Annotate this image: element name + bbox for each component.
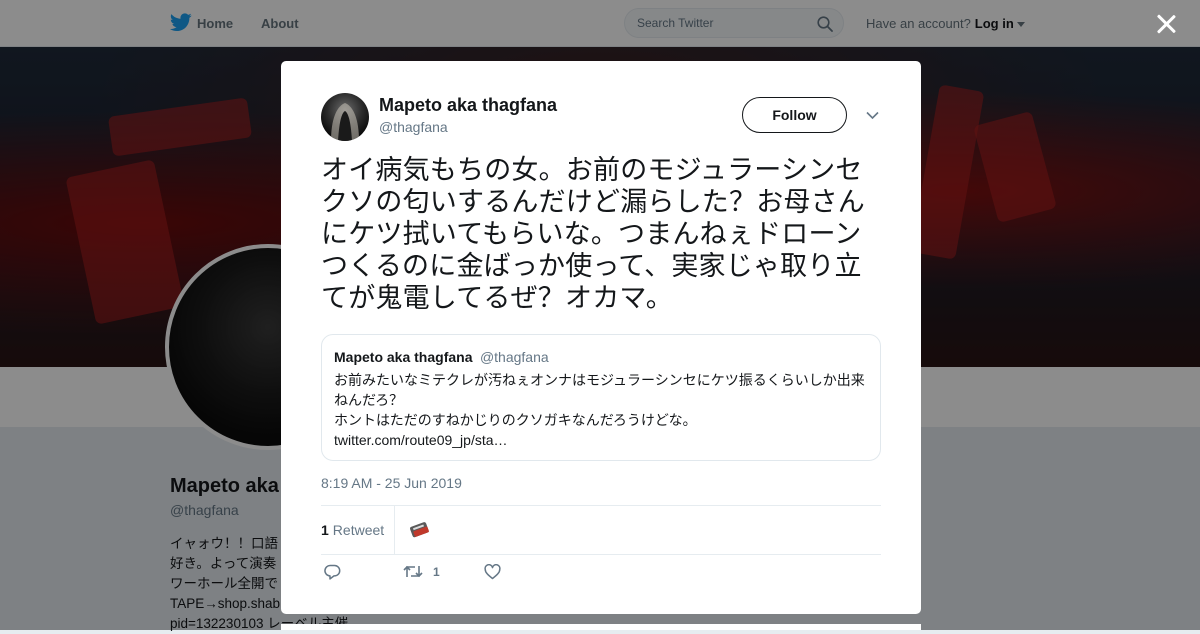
stats-divider — [394, 506, 395, 554]
retweet-icon — [403, 565, 423, 578]
close-icon[interactable] — [1154, 12, 1178, 36]
reply-button[interactable] — [324, 564, 341, 580]
next-card-edge — [281, 624, 921, 630]
author-handle[interactable]: @thagfana — [379, 119, 448, 135]
follow-button[interactable]: Follow — [742, 97, 847, 133]
quoted-text-line: ホントはただのすねかじりのクソガキなんだろうけどな。 — [334, 412, 697, 428]
retweeter-avatar[interactable] — [407, 517, 433, 543]
retweeter-avatar-image — [410, 522, 429, 538]
like-button[interactable] — [484, 564, 501, 580]
heart-icon — [484, 564, 501, 580]
retweet-stat[interactable]: 1 Retweet — [321, 506, 384, 554]
chevron-down-icon[interactable] — [866, 111, 879, 120]
quoted-text-line: お前みたいなミテクレが汚ねぇオンナはモジュラーシンセにケツ振るくらいしか出来ねん… — [334, 372, 865, 408]
author-avatar[interactable] — [321, 93, 369, 141]
quoted-tweet[interactable]: Mapeto aka thagfana @thagfana お前みたいなミテクレ… — [321, 334, 881, 461]
reply-icon — [324, 564, 341, 580]
quoted-author-name: Mapeto aka thagfana — [334, 349, 473, 365]
avatar-image — [331, 103, 359, 141]
retweet-count: 1 — [321, 522, 329, 538]
quoted-link[interactable]: twitter.com/route09_jp/sta… — [334, 430, 868, 450]
tweet-text: オイ病気もちの女。お前のモジュラーシンセクソの匂いするんだけど漏らした？お母さん… — [321, 155, 865, 313]
retweet-button[interactable]: 1 — [403, 564, 440, 579]
tweet-timestamp[interactable]: 8:19 AM - 25 Jun 2019 — [321, 475, 462, 491]
tweet-modal: Mapeto aka thagfana @thagfana Follow オイ病… — [281, 61, 921, 614]
tweet-stats: 1 Retweet — [321, 505, 881, 555]
author-name[interactable]: Mapeto aka thagfana — [379, 95, 557, 116]
quoted-author-handle: @thagfana — [479, 349, 549, 365]
retweet-action-count: 1 — [433, 564, 440, 579]
retweet-label: Retweet — [332, 522, 385, 538]
